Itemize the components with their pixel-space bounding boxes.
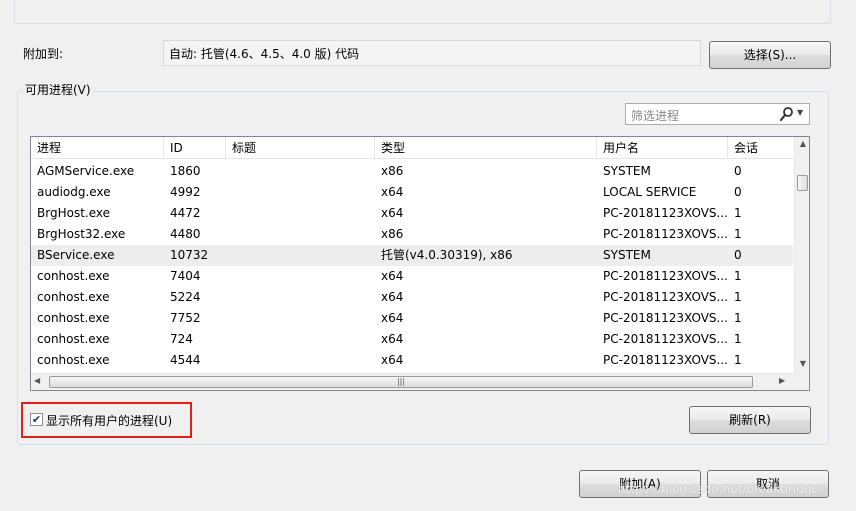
cell-title <box>226 266 375 287</box>
cell-process: conhost.exe <box>37 332 110 346</box>
cell-title <box>226 350 375 371</box>
cell-type: x64 <box>381 332 404 346</box>
table-row[interactable]: conhost.exe 724 x64 PC-20181123XOVS... 1 <box>31 329 793 350</box>
table-row[interactable]: conhost.exe 7404 x64 PC-20181123XOVS... 1 <box>31 266 793 287</box>
scroll-down-icon[interactable]: ▼ <box>795 359 809 371</box>
cell-type: x86 <box>381 164 404 178</box>
cell-username: LOCAL SERVICE <box>603 185 697 199</box>
table-row[interactable]: BrgHost.exe 4472 x64 PC-20181123XOVS... 1 <box>31 203 793 224</box>
horizontal-scrollbar[interactable]: ◀ ||| ▶ <box>31 373 794 390</box>
cell-type: x64 <box>381 353 404 367</box>
cell-type: x86 <box>381 227 404 241</box>
cell-username: PC-20181123XOVS... <box>603 227 728 241</box>
top-group-frame <box>14 0 831 24</box>
table-row[interactable]: conhost.exe 4544 x64 PC-20181123XOVS... 1 <box>31 350 793 371</box>
cell-session: 1 <box>734 227 742 241</box>
column-header-process[interactable]: 进程 <box>31 137 164 159</box>
column-header-title[interactable]: 标题 <box>226 137 375 159</box>
process-list-header: 进程 ID 标题 类型 用户名 会话 <box>31 137 794 159</box>
cell-session: 1 <box>734 311 742 325</box>
cell-username: SYSTEM <box>603 164 651 178</box>
available-processes-title: 可用进程(V) <box>23 81 93 98</box>
cell-username: PC-20181123XOVS... <box>603 353 728 367</box>
cell-title <box>226 182 375 203</box>
scrollbar-corner <box>794 373 809 390</box>
cell-title <box>226 224 375 245</box>
cell-process: BrgHost.exe <box>37 206 110 220</box>
cell-session: 0 <box>734 185 742 199</box>
cell-id: 4992 <box>170 185 201 199</box>
chevron-down-icon[interactable]: ▼ <box>797 106 807 120</box>
refresh-button[interactable]: 刷新(R) <box>689 406 811 434</box>
show-all-users-label[interactable]: 显示所有用户的进程(U) <box>46 412 172 429</box>
watermark: https://blog.csdn.net/breakbridge <box>618 482 819 496</box>
table-row[interactable]: conhost.exe 5224 x64 PC-20181123XOVS... 1 <box>31 287 793 308</box>
cell-type: x64 <box>381 311 404 325</box>
table-row[interactable]: BrgHost32.exe 4480 x86 PC-20181123XOVS... 1 <box>31 224 793 245</box>
process-list[interactable]: 进程 ID 标题 类型 用户名 会话 AGMService.exe 1860 x86… <box>30 136 810 391</box>
table-row[interactable]: AGMService.exe 1860 x86 SYSTEM 0 <box>31 161 793 182</box>
cell-session: 1 <box>734 206 742 220</box>
vertical-scroll-thumb[interactable] <box>797 175 808 191</box>
cell-process: conhost.exe <box>37 269 110 283</box>
cell-process: conhost.exe <box>37 353 110 367</box>
horizontal-scroll-thumb[interactable]: ||| <box>49 376 753 388</box>
cell-session: 1 <box>734 290 742 304</box>
cell-session: 0 <box>734 164 742 178</box>
cell-title <box>226 308 375 329</box>
column-header-session[interactable]: 会话 <box>728 137 794 159</box>
scroll-up-icon[interactable]: ▲ <box>795 139 809 151</box>
attach-to-value-field: 自动: 托管(4.6、4.5、4.0 版) 代码 <box>163 40 701 66</box>
show-all-users-checkbox[interactable]: ✔ <box>30 413 43 426</box>
cell-id: 10732 <box>170 248 209 262</box>
cell-id: 4544 <box>170 353 201 367</box>
cell-username: SYSTEM <box>603 248 651 262</box>
cell-session: 0 <box>734 248 742 262</box>
cell-process: BrgHost32.exe <box>37 227 126 241</box>
cell-username: PC-20181123XOVS... <box>603 269 728 283</box>
vertical-scrollbar[interactable]: ▲ ▼ <box>794 137 809 373</box>
cell-username: PC-20181123XOVS... <box>603 290 728 304</box>
cell-id: 5224 <box>170 290 201 304</box>
cell-type: 托管(v4.0.30319), x86 <box>381 248 513 262</box>
cell-title <box>226 245 375 266</box>
column-header-username[interactable]: 用户名 <box>597 137 728 159</box>
table-row[interactable]: conhost.exe 7752 x64 PC-20181123XOVS... 1 <box>31 308 793 329</box>
cell-id: 4472 <box>170 206 201 220</box>
select-code-type-button[interactable]: 选择(S)... <box>709 41 831 69</box>
checkmark-icon: ✔ <box>31 413 42 426</box>
cell-username: PC-20181123XOVS... <box>603 311 728 325</box>
column-header-type[interactable]: 类型 <box>375 137 597 159</box>
cell-title <box>226 287 375 308</box>
cell-type: x64 <box>381 290 404 304</box>
cell-title <box>226 161 375 182</box>
cell-title <box>226 329 375 350</box>
cell-type: x64 <box>381 185 404 199</box>
attach-to-label: 附加到: <box>23 47 64 61</box>
cell-type: x64 <box>381 206 404 220</box>
cell-process: conhost.exe <box>37 311 110 325</box>
cell-process: conhost.exe <box>37 290 110 304</box>
search-icon[interactable] <box>779 106 794 122</box>
cell-id: 724 <box>170 332 193 346</box>
cell-username: PC-20181123XOVS... <box>603 206 728 220</box>
cell-id: 7404 <box>170 269 201 283</box>
cell-process: BService.exe <box>37 248 115 262</box>
cell-session: 1 <box>734 332 742 346</box>
cell-process: audiodg.exe <box>37 185 111 199</box>
scroll-right-icon[interactable]: ▶ <box>779 376 791 388</box>
cell-session: 1 <box>734 353 742 367</box>
column-header-id[interactable]: ID <box>164 137 226 159</box>
cell-id: 4480 <box>170 227 201 241</box>
table-row[interactable]: audiodg.exe 4992 x64 LOCAL SERVICE 0 <box>31 182 793 203</box>
cell-process: AGMService.exe <box>37 164 135 178</box>
scroll-left-icon[interactable]: ◀ <box>34 376 46 388</box>
cell-id: 1860 <box>170 164 201 178</box>
cell-session: 1 <box>734 269 742 283</box>
cell-title <box>226 203 375 224</box>
cell-id: 7752 <box>170 311 201 325</box>
cell-username: PC-20181123XOVS... <box>603 332 728 346</box>
cell-type: x64 <box>381 269 404 283</box>
table-row[interactable]: BService.exe 10732 托管(v4.0.30319), x86 SYST… <box>31 245 793 266</box>
